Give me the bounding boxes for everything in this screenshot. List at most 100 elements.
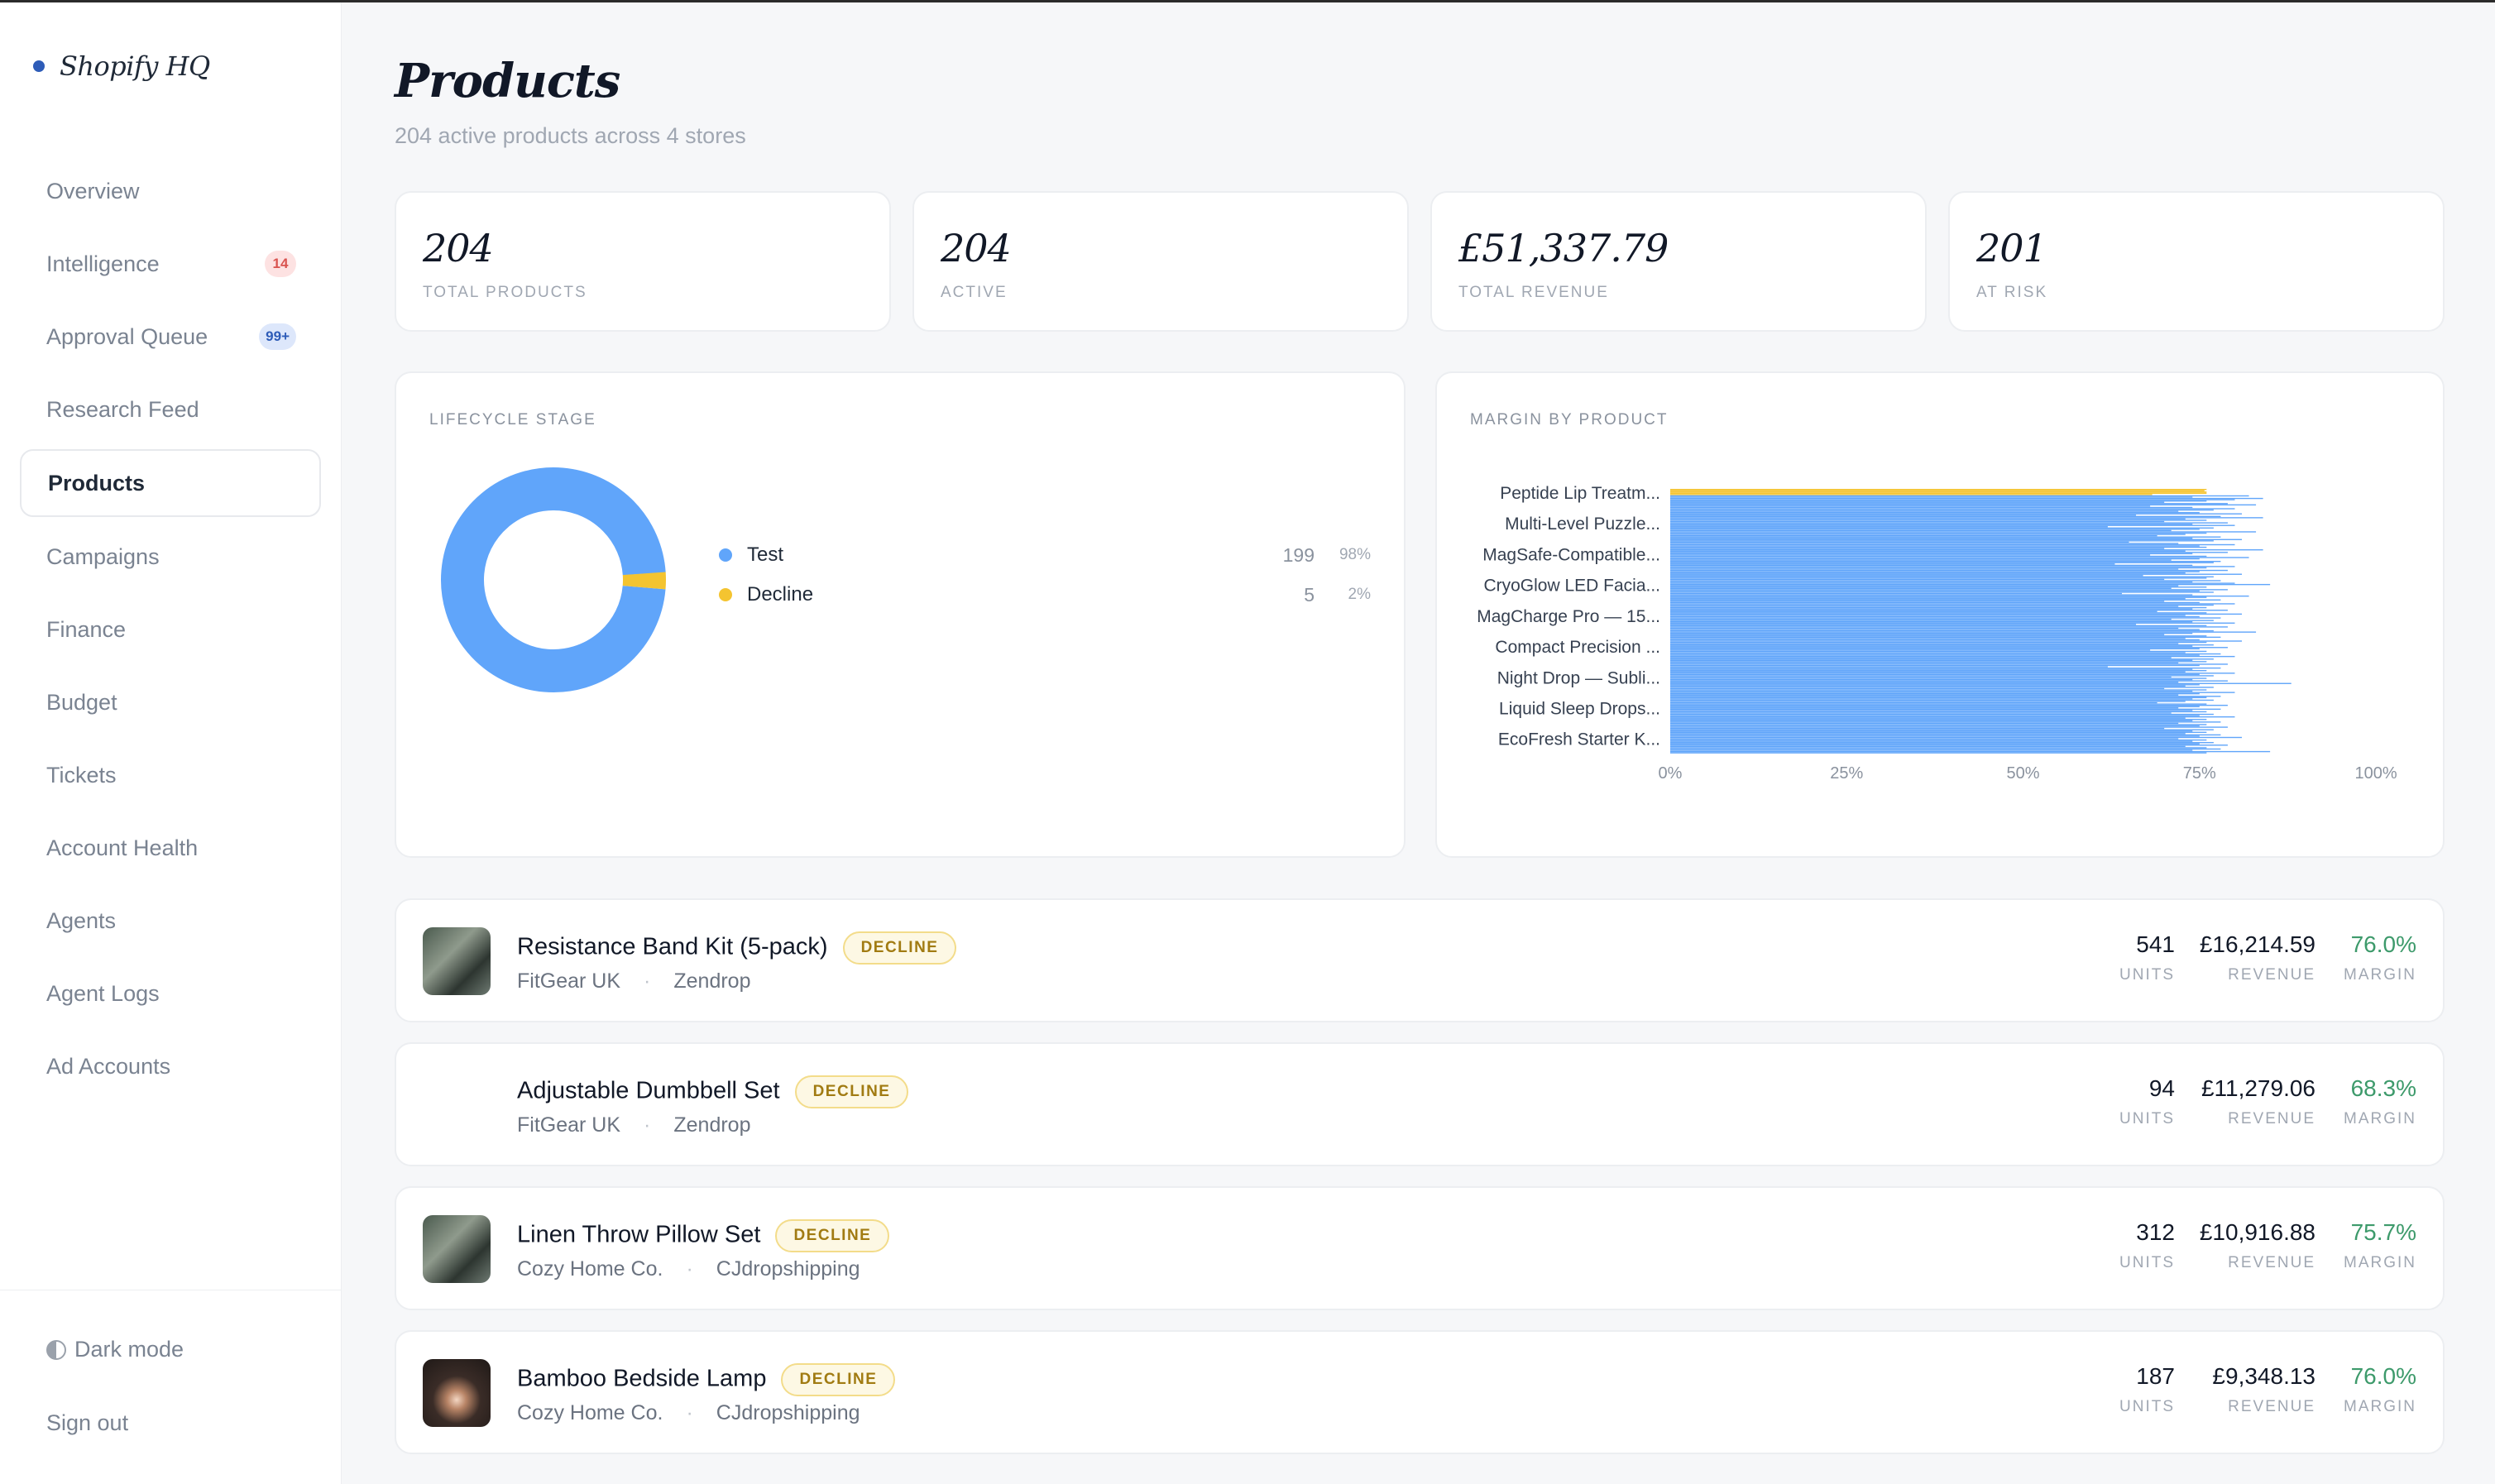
- sidebar-item-research-feed[interactable]: Research Feed: [20, 376, 321, 443]
- sidebar-item-agents[interactable]: Agents: [20, 887, 321, 955]
- margin-bar: [1670, 699, 2214, 701]
- margin-bar: [1670, 677, 2207, 679]
- margin-bar: [1670, 492, 2207, 495]
- sidebar-item-ad-accounts[interactable]: Ad Accounts: [20, 1032, 321, 1100]
- margin-bar: [1670, 658, 2214, 660]
- margin-bar: [1670, 501, 2165, 503]
- product-row[interactable]: Adjustable Dumbbell Set DECLINE FitGear UK…: [395, 1042, 2445, 1166]
- margin-label: MARGIN: [2344, 1398, 2416, 1415]
- units-metric: 94 UNITS: [2119, 1075, 2175, 1128]
- sign-out-link[interactable]: Sign out: [46, 1410, 128, 1436]
- margin-bar: [1670, 711, 2207, 713]
- product-name-line: Bamboo Bedside Lamp DECLINE: [517, 1363, 896, 1396]
- margin-bar: [1670, 511, 2200, 514]
- sidebar-item-budget[interactable]: Budget: [20, 668, 321, 736]
- legend-count: 5: [1304, 583, 1315, 606]
- lifecycle-badge: DECLINE: [781, 1363, 896, 1396]
- stat-card-at-risk: 201 AT RISK: [1948, 191, 2445, 332]
- brand[interactable]: Shopify HQ: [33, 50, 210, 82]
- product-name: Resistance Band Kit (5-pack): [517, 933, 828, 960]
- margin-label: MARGIN: [2344, 1254, 2416, 1271]
- margin-bar: [1670, 583, 2271, 586]
- margin-metric: 75.7% MARGIN: [2344, 1219, 2416, 1272]
- margin-bar: [1670, 491, 2207, 493]
- margin-metric: 76.0% MARGIN: [2344, 931, 2416, 984]
- margin-bar: [1670, 580, 2221, 582]
- product-row[interactable]: Resistance Band Kit (5-pack) DECLINE FitGe…: [395, 898, 2445, 1022]
- margin-label: MARGIN: [2344, 1110, 2416, 1127]
- margin-bar: [1670, 653, 2221, 655]
- margin-bar: [1670, 534, 2157, 537]
- margin-bar: [1670, 701, 2157, 704]
- sidebar-item-overview[interactable]: Overview: [20, 157, 321, 225]
- margin-bar: [1670, 661, 2207, 663]
- product-row[interactable]: Bamboo Bedside Lamp DECLINE Cozy Home Co. ·…: [395, 1330, 2445, 1454]
- units-metric: 541 UNITS: [2119, 931, 2175, 984]
- margin-bar: [1670, 687, 2165, 690]
- margin-bar: [1670, 673, 2200, 676]
- product-row[interactable]: Linen Throw Pillow Set DECLINE Cozy Home C…: [395, 1186, 2445, 1310]
- units-value: 541: [2136, 931, 2175, 957]
- margin-bar: [1670, 717, 2186, 719]
- margin-panel: MARGIN BY PRODUCT Peptide Lip Treatm... M…: [1435, 371, 2445, 858]
- sidebar-item-tickets[interactable]: Tickets: [20, 741, 321, 809]
- margin-bar: [1670, 641, 2207, 644]
- margin-bar: [1670, 608, 2193, 610]
- margin-bar: [1670, 562, 2214, 563]
- sidebar-item-agent-logs[interactable]: Agent Logs: [20, 960, 321, 1027]
- store-name: Cozy Home Co.: [517, 1257, 663, 1281]
- margin-bar: [1670, 613, 2243, 615]
- margin-bar: [1670, 721, 2221, 723]
- margin-label: MARGIN: [2344, 966, 2416, 984]
- sidebar-item-label: Ad Accounts: [46, 1053, 171, 1079]
- sidebar-item-label: Campaigns: [46, 543, 160, 569]
- margin-bar: [1670, 630, 2214, 632]
- margin-bar: [1670, 552, 2228, 553]
- sidebar-item-label: Agents: [46, 907, 117, 933]
- margin-bar: [1670, 719, 2207, 720]
- margin-bar: [1670, 559, 2172, 561]
- units-metric: 187 UNITS: [2119, 1363, 2175, 1416]
- y-tick-label: Liquid Sleep Drops...: [1499, 699, 1660, 718]
- margin-bar: [1670, 703, 2207, 705]
- margin-bar: [1670, 631, 2257, 633]
- sidebar-item-campaigns[interactable]: Campaigns: [20, 523, 321, 591]
- margin-bar: [1670, 652, 2186, 653]
- units-label: UNITS: [2119, 1110, 2175, 1127]
- legend-dot-icon: [719, 588, 732, 601]
- margin-bar: [1670, 684, 2200, 686]
- stat-label: ACTIVE: [941, 284, 1008, 301]
- margin-bar: [1670, 592, 2122, 595]
- sidebar-item-account-health[interactable]: Account Health: [20, 814, 321, 882]
- units-label: UNITS: [2119, 1398, 2175, 1415]
- sidebar-item-products[interactable]: Products: [20, 449, 321, 517]
- margin-bar: [1670, 538, 2193, 539]
- stat-value: £51,337.79: [1458, 226, 1669, 270]
- revenue-value: £16,214.59: [2199, 931, 2315, 957]
- sidebar-item-finance[interactable]: Finance: [20, 596, 321, 663]
- margin-bar: [1670, 635, 2207, 637]
- margin-bar: [1670, 680, 2228, 682]
- margin-bar: [1670, 639, 2200, 641]
- x-tick-label: 0%: [1659, 764, 1683, 783]
- product-meta: FitGear UK · Zendrop: [517, 1113, 750, 1137]
- margin-bar: [1670, 655, 2235, 658]
- sidebar-item-label: Tickets: [46, 762, 117, 787]
- margin-bar: [1670, 557, 2249, 558]
- margin-bar: [1670, 710, 2193, 711]
- margin-bar: [1670, 569, 2228, 572]
- product-name: Adjustable Dumbbell Set: [517, 1077, 780, 1104]
- revenue-label: REVENUE: [2228, 1110, 2315, 1127]
- sidebar-item-approval-queue[interactable]: Approval Queue 99+: [20, 303, 321, 371]
- dark-mode-toggle[interactable]: Dark mode: [46, 1337, 184, 1362]
- margin-bar: [1670, 505, 2151, 507]
- revenue-metric: £11,279.06 REVENUE: [2201, 1075, 2315, 1128]
- brand-name: Shopify HQ: [60, 50, 210, 82]
- dark-mode-label: Dark mode: [74, 1337, 184, 1362]
- sidebar-item-intelligence[interactable]: Intelligence 14: [20, 230, 321, 298]
- margin-bar: [1670, 682, 2291, 684]
- margin-bar: [1670, 638, 2186, 639]
- margin-bar: [1670, 712, 2172, 714]
- margin-bar: [1670, 713, 2214, 716]
- margin-bar: [1670, 632, 2193, 634]
